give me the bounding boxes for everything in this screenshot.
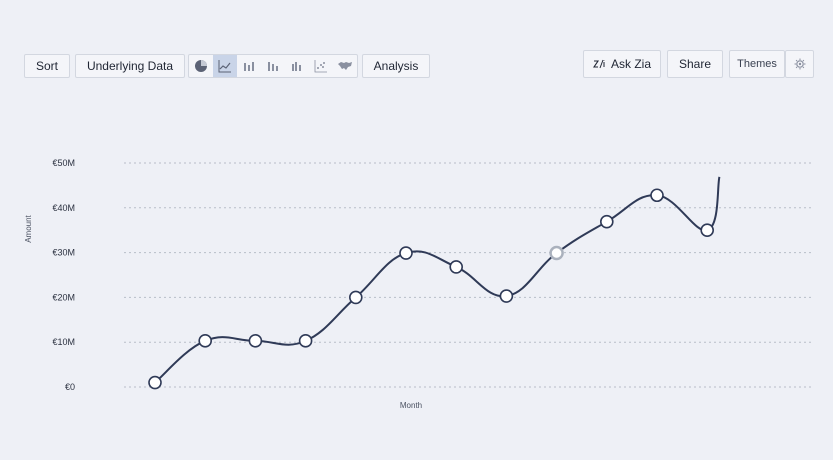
data-point[interactable] xyxy=(298,334,313,348)
data-point-highlighted[interactable] xyxy=(549,245,564,261)
y-tick-label: €30M xyxy=(52,248,75,258)
data-point[interactable] xyxy=(499,289,514,303)
y-tick-label: €0 xyxy=(65,382,75,392)
y-axis-tick-labels: €0 €10M €20M €30M €40M €50M xyxy=(52,158,75,392)
y-tick-label: €20M xyxy=(52,292,75,302)
y-tick-label: €40M xyxy=(52,203,75,213)
line-chart: €0 €10M €20M €30M €40M €50M Amount Month xyxy=(24,158,813,410)
data-point[interactable] xyxy=(599,214,614,229)
data-points xyxy=(148,188,715,390)
y-axis-title: Amount xyxy=(24,214,33,242)
data-point[interactable] xyxy=(348,290,363,305)
data-point[interactable] xyxy=(650,188,664,203)
data-point[interactable] xyxy=(148,375,162,390)
y-tick-label: €10M xyxy=(52,337,75,347)
y-tick-label: €50M xyxy=(52,158,75,168)
data-point[interactable] xyxy=(700,223,715,237)
data-point[interactable] xyxy=(248,334,263,348)
data-point[interactable] xyxy=(198,334,212,348)
x-axis-title: Month xyxy=(400,401,422,410)
data-point[interactable] xyxy=(399,246,413,260)
data-point[interactable] xyxy=(449,260,464,274)
